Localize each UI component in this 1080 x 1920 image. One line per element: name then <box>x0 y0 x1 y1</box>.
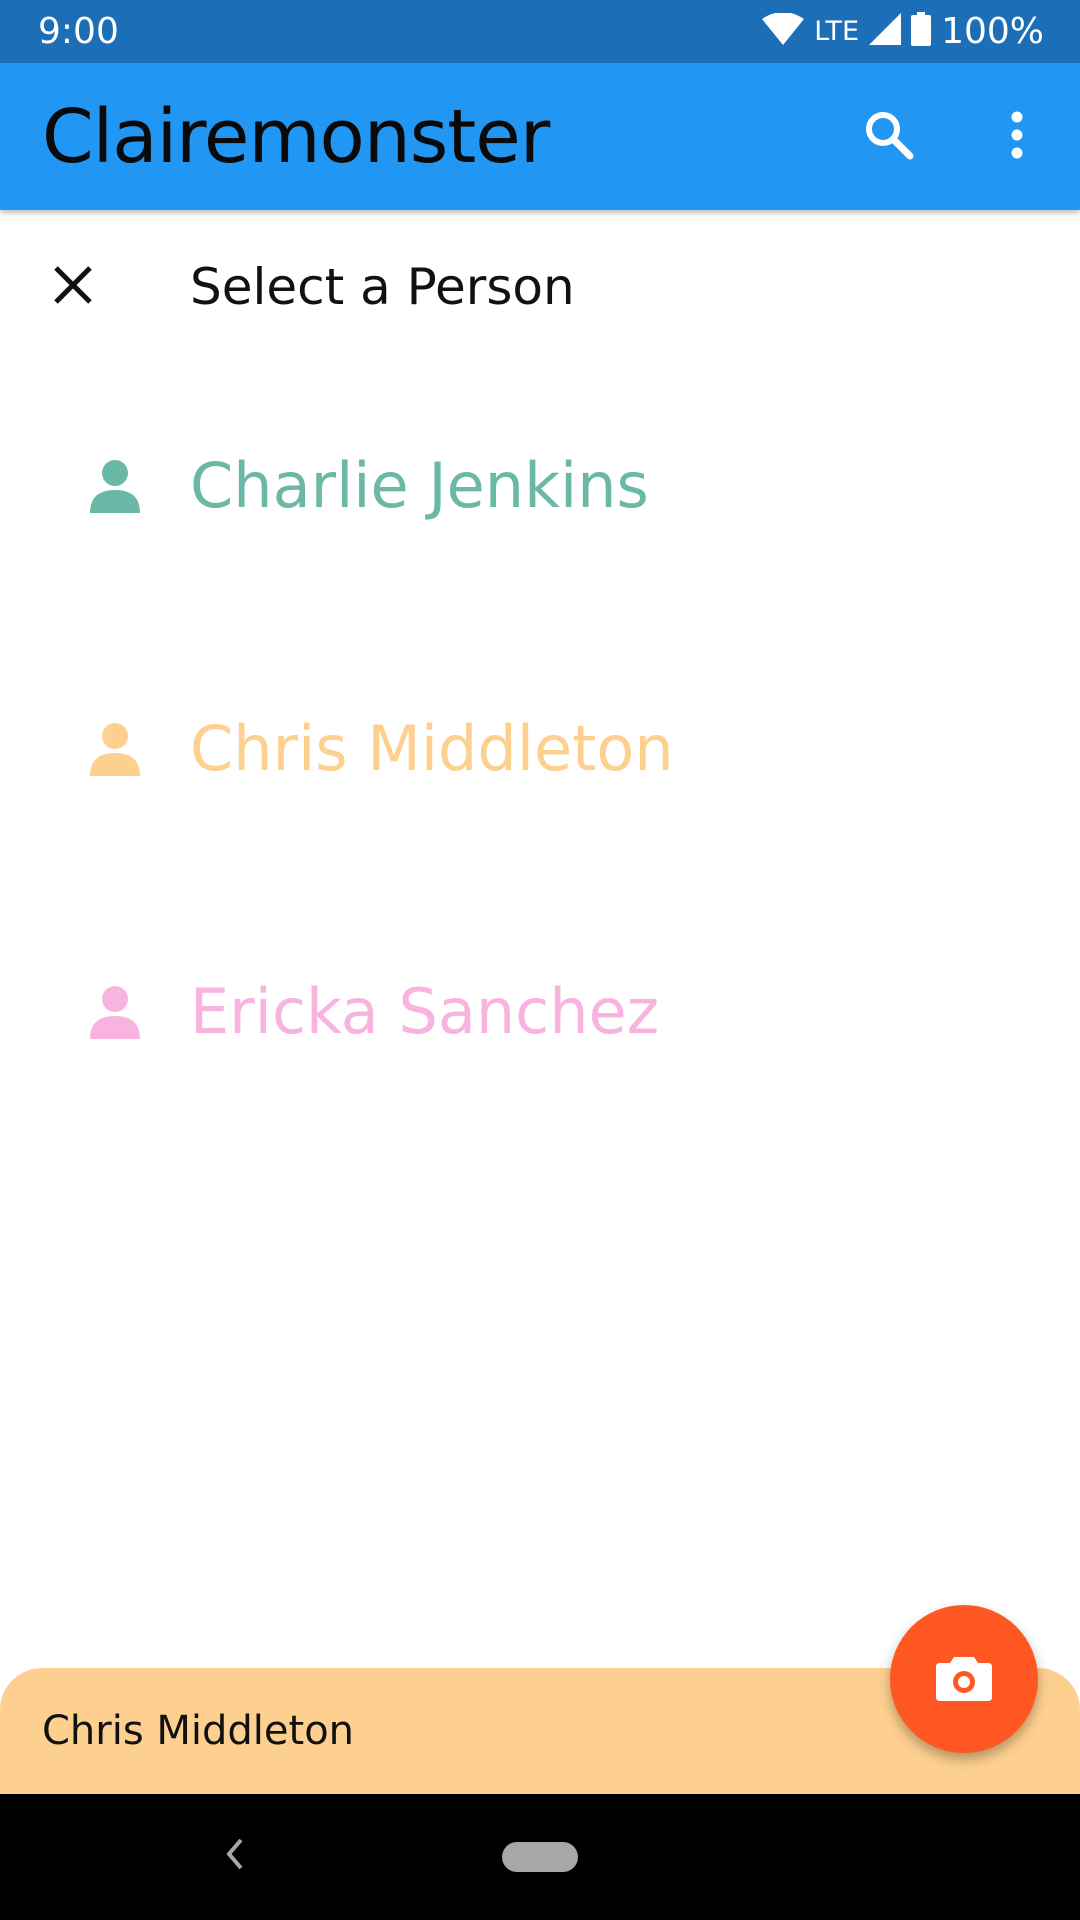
search-icon <box>863 109 915 166</box>
battery-icon <box>911 12 932 51</box>
person-icon <box>88 722 142 776</box>
wifi-icon <box>762 12 805 50</box>
person-icon <box>88 985 142 1039</box>
overflow-menu-button[interactable] <box>980 100 1054 174</box>
status-time: 9:00 <box>38 11 119 52</box>
app-bar: Clairemonster <box>0 63 1080 210</box>
navigation-bar <box>0 1794 1080 1920</box>
person-name: Ericka Sanchez <box>190 975 660 1048</box>
battery-percent: 100% <box>941 11 1044 52</box>
dialog-title: Select a Person <box>190 258 575 316</box>
person-item-ericka-sanchez[interactable]: Ericka Sanchez <box>0 913 1080 1113</box>
person-icon <box>88 459 142 513</box>
dialog-header: Select a Person <box>0 230 1080 340</box>
person-item-chris-middleton[interactable]: Chris Middleton <box>0 650 1080 850</box>
network-type: LTE <box>814 16 860 47</box>
signal-icon <box>869 13 902 50</box>
more-vert-icon <box>1007 111 1027 164</box>
search-button[interactable] <box>852 100 926 174</box>
camera-icon <box>936 1653 992 1706</box>
back-chevron-icon <box>223 1838 247 1875</box>
app-title: Clairemonster <box>42 94 550 180</box>
close-button[interactable] <box>36 250 110 324</box>
camera-button[interactable] <box>890 1605 1038 1753</box>
person-name: Charlie Jenkins <box>190 449 649 522</box>
close-icon <box>53 265 93 310</box>
back-button[interactable] <box>205 1826 265 1886</box>
status-icons: LTE 100% <box>762 8 1044 55</box>
home-button[interactable] <box>502 1842 578 1872</box>
person-name: Chris Middleton <box>190 712 674 785</box>
person-item-charlie-jenkins[interactable]: Charlie Jenkins <box>0 387 1080 587</box>
selected-person-name: Chris Middleton <box>42 1708 355 1754</box>
status-bar: 9:00 LTE 100% <box>0 0 1080 63</box>
